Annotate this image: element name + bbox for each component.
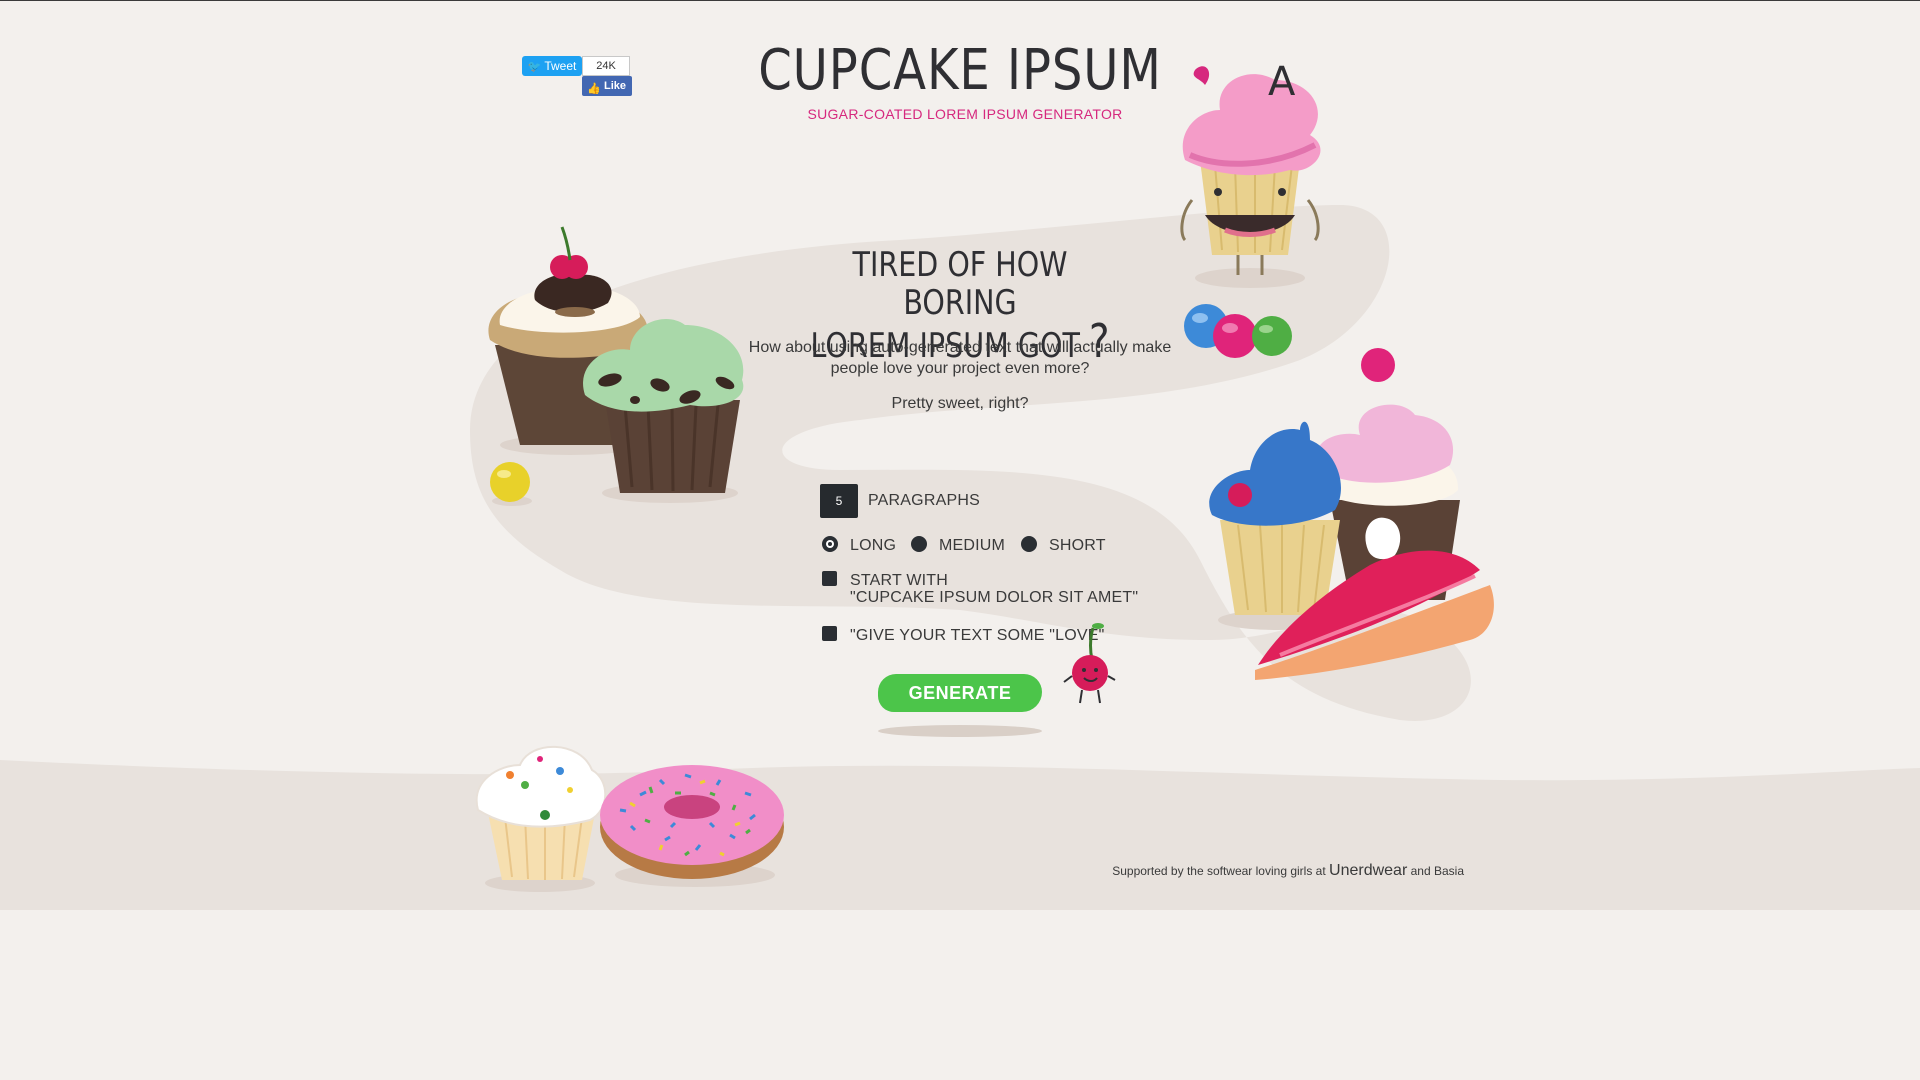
intro-lead: How about using auto-generated text that…: [748, 339, 1172, 377]
facebook-like-button[interactable]: 👍 Like: [582, 76, 632, 96]
svg-text:A: A: [1268, 59, 1296, 105]
radio-long[interactable]: [822, 536, 838, 552]
cupcake-donut-illustration: [475, 745, 784, 892]
tweet-count-badge: 24K: [582, 56, 630, 76]
page-title: CUPCAKE IPSUM: [758, 38, 1162, 103]
tweet-button[interactable]: 🐦 Tweet: [522, 56, 582, 76]
radio-long-label: LONG: [850, 537, 897, 554]
radio-short-label: SHORT: [1049, 537, 1106, 554]
bottom-band: [0, 760, 1920, 910]
start-with-label: START WITH "CUPCAKE IPSUM DOLOR SIT AMET…: [850, 572, 1138, 606]
generate-button[interactable]: GENERATE: [878, 674, 1042, 712]
paragraphs-input[interactable]: 5: [820, 484, 858, 518]
start-with-line-1: START WITH: [850, 572, 948, 589]
page-subtitle: SUGAR-COATED LOREM IPSUM GENERATOR: [807, 106, 1123, 122]
footer-credit: Supported by the softwear loving girls a…: [1030, 862, 1464, 880]
footer-suffix: and Basia: [1410, 864, 1464, 878]
blue-pink-cupcakes-pie-illustration: [1209, 348, 1494, 680]
twitter-bird-icon: 🐦: [527, 61, 542, 73]
love-checkbox[interactable]: [822, 626, 837, 641]
cherry-mascot-illustration: [1063, 623, 1116, 704]
intro-sweet: Pretty sweet, right?: [891, 395, 1029, 412]
like-label: Like: [603, 80, 626, 92]
headline-line-1: TIRED OF HOW BORING: [852, 245, 1068, 323]
yellow-candy-illustration: [490, 462, 532, 506]
radio-short[interactable]: [1021, 536, 1037, 552]
facebook-thumb-icon: 👍: [587, 83, 601, 95]
radio-medium[interactable]: [911, 536, 927, 552]
tweet-label: Tweet: [544, 59, 577, 73]
page: 🐦 Tweet 24K 👍 Like CUPCAKE IPSUM SUGAR-COA…: [0, 0, 1920, 1080]
footer-prefix: Supported by the softwear loving girls a…: [1112, 864, 1326, 878]
footer-brand-link[interactable]: Unerdwear: [1329, 862, 1407, 879]
start-with-checkbox[interactable]: [822, 571, 837, 586]
pink-cupcake-illustration: A: [1180, 59, 1321, 288]
paragraphs-label: PARAGRAPHS: [868, 492, 980, 509]
radio-medium-label: MEDIUM: [939, 537, 1006, 554]
generate-shadow: [878, 725, 1042, 737]
start-with-line-2: "CUPCAKE IPSUM DOLOR SIT AMET": [850, 589, 1139, 606]
